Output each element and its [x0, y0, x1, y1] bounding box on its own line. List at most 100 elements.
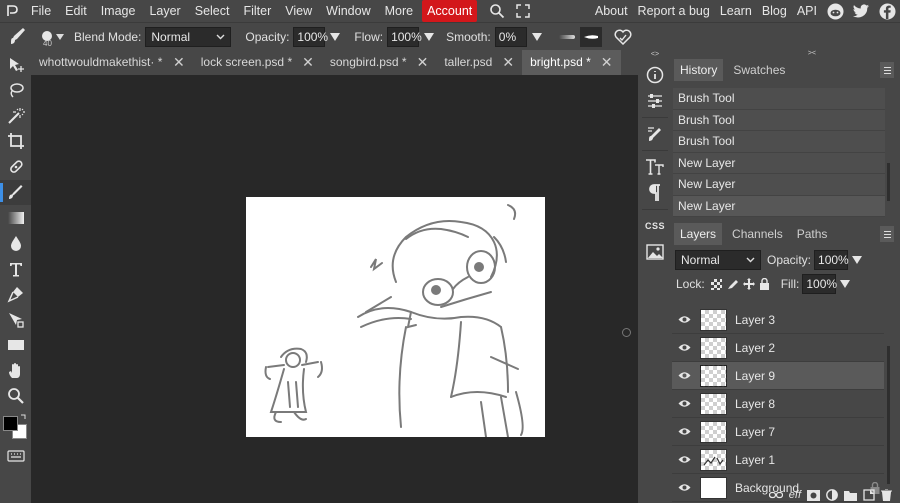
tab-layers[interactable]: Layers	[674, 223, 723, 245]
tab-history[interactable]: History	[674, 59, 724, 81]
layer-row[interactable]: Layer 7	[672, 418, 884, 446]
history-item[interactable]: New Layer	[673, 152, 885, 174]
link-about[interactable]: About	[590, 0, 633, 22]
css-panel-button[interactable]: CSS	[638, 213, 672, 239]
info-panel-button[interactable]	[638, 62, 672, 88]
zoom-tool[interactable]	[0, 384, 31, 410]
crop-tool[interactable]	[0, 129, 31, 155]
collapse-right-toggle[interactable]: ><	[672, 50, 900, 58]
opacity-input[interactable]: 100%	[293, 26, 328, 47]
layer-row[interactable]: Layer 3	[672, 306, 884, 334]
history-item[interactable]: New Layer	[673, 195, 885, 217]
account-button[interactable]: Account	[422, 0, 478, 22]
visibility-eye-icon[interactable]	[672, 399, 696, 408]
airbrush-toggle-icon[interactable]	[556, 27, 578, 47]
search-icon[interactable]	[485, 0, 509, 22]
brush-preset-picker[interactable]: 40	[38, 24, 66, 50]
close-icon[interactable]: ✕	[502, 50, 514, 75]
layer-opacity-dropdown-icon[interactable]	[852, 256, 863, 264]
adjustment-layer-icon[interactable]	[826, 489, 838, 501]
adjustments-panel-button[interactable]	[638, 88, 672, 114]
lock-all-icon[interactable]	[757, 278, 773, 290]
lock-pixels-icon[interactable]	[725, 278, 741, 290]
visibility-eye-icon[interactable]	[672, 343, 696, 352]
tab-document-1[interactable]: whottwouldmakethist· * ✕	[31, 50, 193, 75]
lock-transparency-icon[interactable]	[709, 278, 725, 290]
twitter-icon[interactable]	[848, 0, 874, 22]
move-tool[interactable]	[0, 52, 31, 78]
favorite-heart-icon[interactable]	[610, 27, 636, 47]
history-menu-icon[interactable]	[880, 62, 894, 78]
brush-tool-icon[interactable]	[0, 24, 38, 50]
lasso-tool[interactable]	[0, 78, 31, 104]
keyboard-shortcuts-button[interactable]	[0, 443, 31, 469]
flow-dropdown-icon[interactable]	[424, 32, 435, 41]
visibility-eye-icon[interactable]	[672, 427, 696, 436]
swap-colors-icon[interactable]	[21, 414, 27, 420]
pressure-toggle-icon[interactable]	[579, 26, 602, 47]
layer-blend-mode-select[interactable]: Normal	[675, 250, 761, 270]
visibility-eye-icon[interactable]	[672, 315, 696, 324]
close-icon[interactable]: ✕	[302, 50, 314, 75]
link-blog[interactable]: Blog	[757, 0, 792, 22]
menu-layer[interactable]: Layer	[142, 0, 187, 22]
visibility-eye-icon[interactable]	[672, 455, 696, 464]
type-tool[interactable]	[0, 256, 31, 282]
layer-effects-button[interactable]: eff	[789, 489, 801, 501]
add-mask-icon[interactable]	[807, 489, 820, 501]
brush-tool[interactable]	[0, 179, 31, 205]
new-group-folder-icon[interactable]	[844, 490, 857, 501]
layer-fill-dropdown-icon[interactable]	[840, 280, 851, 288]
layer-row[interactable]: Layer 8	[672, 390, 884, 418]
lock-position-icon[interactable]	[741, 278, 757, 290]
layer-row-selected[interactable]: Layer 9	[672, 362, 884, 390]
layer-opacity-input[interactable]: 100%	[814, 250, 849, 270]
character-panel-button[interactable]	[638, 154, 672, 180]
close-icon[interactable]: ✕	[173, 50, 185, 75]
menu-more[interactable]: More	[378, 0, 420, 22]
facebook-icon[interactable]	[874, 0, 900, 22]
tab-document-2[interactable]: lock screen.psd * ✕	[193, 50, 322, 75]
menu-window[interactable]: Window	[319, 0, 377, 22]
history-item[interactable]: Brush Tool	[673, 109, 885, 131]
fullscreen-icon[interactable]	[511, 0, 535, 22]
rectangle-tool[interactable]	[0, 333, 31, 359]
link-learn[interactable]: Learn	[715, 0, 757, 22]
close-icon[interactable]: ✕	[417, 50, 429, 75]
blend-mode-select[interactable]: Normal	[145, 26, 232, 47]
photopea-logo-icon[interactable]	[2, 0, 24, 22]
tab-document-5-active[interactable]: bright.psd * ✕	[522, 50, 621, 75]
menu-edit[interactable]: Edit	[58, 0, 94, 22]
document-canvas[interactable]	[246, 197, 545, 438]
close-icon[interactable]: ✕	[601, 50, 613, 75]
flow-input[interactable]: 100%	[387, 26, 422, 47]
tab-paths[interactable]: Paths	[791, 223, 834, 245]
history-item[interactable]: Brush Tool	[673, 131, 885, 153]
layers-menu-icon[interactable]	[880, 226, 894, 242]
link-api[interactable]: API	[792, 0, 822, 22]
reddit-icon[interactable]	[822, 0, 848, 22]
layer-row[interactable]: Layer 2	[672, 334, 884, 362]
brush-settings-panel-button[interactable]	[638, 121, 672, 147]
menu-file[interactable]: File	[24, 0, 58, 22]
blur-tool[interactable]	[0, 231, 31, 257]
tab-swatches[interactable]: Swatches	[727, 59, 791, 81]
color-swatches[interactable]	[0, 411, 31, 441]
layer-row[interactable]: Layer 1	[672, 446, 884, 474]
smooth-input[interactable]: 0%	[494, 26, 527, 47]
tab-document-4[interactable]: taller.psd ✕	[436, 50, 522, 75]
foreground-color-swatch[interactable]	[3, 416, 18, 431]
menu-view[interactable]: View	[278, 0, 319, 22]
history-item[interactable]: New Layer	[673, 174, 885, 196]
menu-select[interactable]: Select	[188, 0, 237, 22]
menu-image[interactable]: Image	[94, 0, 143, 22]
smooth-dropdown-icon[interactable]	[531, 32, 542, 41]
workspace-scroll-indicator[interactable]	[622, 328, 631, 337]
layers-scrollbar[interactable]	[887, 346, 890, 484]
tab-channels[interactable]: Channels	[726, 223, 789, 245]
magic-wand-tool[interactable]	[0, 103, 31, 129]
visibility-eye-icon[interactable]	[672, 371, 696, 380]
history-scrollbar[interactable]	[887, 163, 890, 201]
path-select-tool[interactable]	[0, 307, 31, 333]
opacity-dropdown-icon[interactable]	[330, 32, 341, 41]
